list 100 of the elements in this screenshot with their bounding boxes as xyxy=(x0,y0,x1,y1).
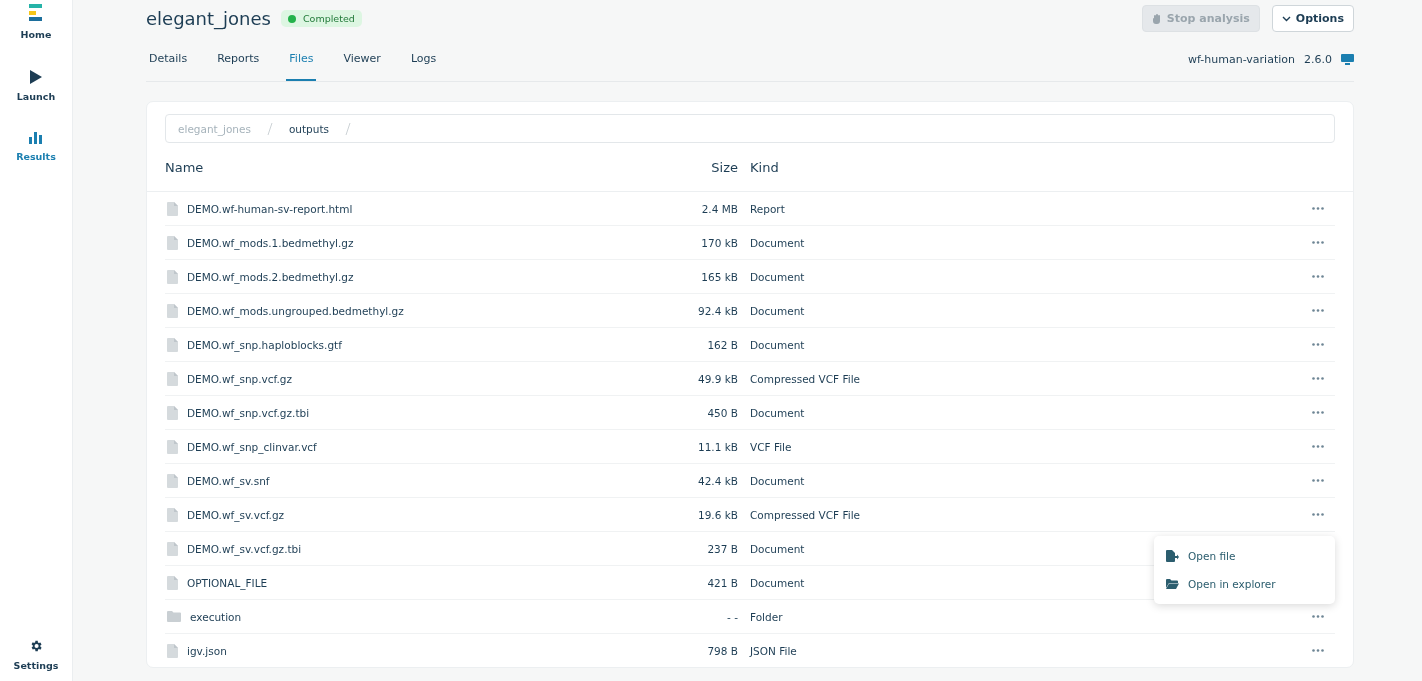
logo-icon xyxy=(29,4,43,22)
file-kind: Document xyxy=(749,542,806,555)
file-kind: Folder xyxy=(749,610,784,623)
more-options-button[interactable] xyxy=(1309,646,1327,655)
file-size: 11.1 kB xyxy=(697,440,738,453)
file-name[interactable]: DEMO.wf_mods.2.bedmethyl.gz xyxy=(187,270,354,283)
nav-item[interactable]: Launch xyxy=(16,70,56,102)
ellipsis-icon xyxy=(1312,479,1324,482)
file-icon xyxy=(167,269,178,284)
ellipsis-icon xyxy=(1312,275,1324,278)
more-options-button[interactable] xyxy=(1309,408,1327,417)
file-size: 798 B xyxy=(706,644,738,657)
file-icon xyxy=(167,575,178,590)
file-name[interactable]: DEMO.wf_mods.ungrouped.bedmethyl.gz xyxy=(187,304,404,317)
file-icon xyxy=(167,201,178,216)
file-size: 170 kB xyxy=(700,236,738,249)
file-name[interactable]: execution xyxy=(190,610,242,623)
file-name[interactable]: DEMO.wf_snp.vcf.gz xyxy=(187,372,293,385)
column-header: Size xyxy=(710,159,738,175)
column-header: Kind xyxy=(749,159,780,175)
file-kind: VCF File xyxy=(749,440,793,453)
more-options-button[interactable] xyxy=(1309,510,1327,519)
tab[interactable]: Reports xyxy=(214,37,263,81)
file-icon xyxy=(167,371,178,386)
tab[interactable]: Viewer xyxy=(340,37,384,81)
file-size: 237 B xyxy=(706,542,738,555)
slash-separator-icon xyxy=(266,122,273,135)
status-badge: Completed xyxy=(280,10,362,27)
file-size: 92.4 kB xyxy=(697,304,738,317)
ellipsis-icon xyxy=(1312,241,1324,244)
file-size: 2.4 MB xyxy=(700,202,738,215)
file-size: - - xyxy=(726,610,738,623)
file-name[interactable]: DEMO.wf_sv.snf xyxy=(187,474,270,487)
ellipsis-icon xyxy=(1312,445,1324,448)
file-icon xyxy=(167,235,178,250)
more-options-button[interactable] xyxy=(1309,238,1327,247)
more-options-button[interactable] xyxy=(1309,340,1327,349)
workflow-name: wf-human-variation xyxy=(1188,52,1295,66)
play-icon xyxy=(30,70,42,84)
tab[interactable]: Files xyxy=(286,37,317,81)
file-kind: Document xyxy=(749,474,806,487)
file-kind: Report xyxy=(749,202,786,215)
tab[interactable]: Logs xyxy=(407,37,440,81)
file-size: 162 B xyxy=(706,338,738,351)
file-size: 450 B xyxy=(706,406,738,419)
nav-item[interactable]: Home xyxy=(20,4,52,40)
slash-separator-icon xyxy=(345,122,351,135)
more-options-button[interactable] xyxy=(1309,612,1327,621)
hand-icon xyxy=(1151,13,1162,24)
ellipsis-icon xyxy=(1312,377,1324,380)
file-icon xyxy=(167,405,178,420)
file-icon xyxy=(167,473,178,488)
file-size: 49.9 kB xyxy=(697,372,738,385)
bar-chart-icon xyxy=(29,132,43,144)
file-name[interactable]: DEMO.wf_sv.vcf.gz xyxy=(187,508,285,521)
file-name[interactable]: DEMO.wf_snp.vcf.gz.tbi xyxy=(187,406,310,419)
more-options-button[interactable] xyxy=(1309,204,1327,213)
chevron-down-icon xyxy=(1281,15,1291,22)
column-header: Name xyxy=(165,159,205,175)
file-kind: Document xyxy=(749,576,806,589)
file-kind: Document xyxy=(749,236,806,249)
file-name[interactable]: DEMO.wf_snp_clinvar.vcf xyxy=(187,440,317,453)
settings-icon xyxy=(29,639,43,653)
folder-open-icon xyxy=(1166,579,1179,589)
file-kind: Document xyxy=(749,270,806,283)
options-button[interactable]: Options xyxy=(1271,5,1354,32)
breadcrumb-link[interactable]: outputs xyxy=(288,122,329,135)
more-options-button[interactable] xyxy=(1309,374,1327,383)
file-name[interactable]: DEMO.wf_snp.haploblocks.gtf xyxy=(187,338,342,351)
file-name[interactable]: igv.json xyxy=(187,644,227,657)
nav-item[interactable]: Results xyxy=(16,132,56,162)
more-options-button[interactable] xyxy=(1309,272,1327,281)
ellipsis-icon xyxy=(1312,649,1324,652)
more-options-button[interactable] xyxy=(1309,442,1327,451)
file-size: 19.6 kB xyxy=(697,508,738,521)
file-kind: Document xyxy=(749,304,806,317)
file-icon xyxy=(167,439,178,454)
ellipsis-icon xyxy=(1312,309,1324,312)
settings-nav-item[interactable]: Settings xyxy=(13,639,59,671)
file-size: 421 B xyxy=(706,576,738,589)
menu-item[interactable]: Open in explorer xyxy=(1154,570,1335,598)
file-name[interactable]: DEMO.wf_sv.vcf.gz.tbi xyxy=(187,542,302,555)
file-kind: Compressed VCF File xyxy=(749,508,862,521)
tab[interactable]: Details xyxy=(146,37,191,81)
workflow-version: 2.6.0 xyxy=(1304,52,1332,66)
file-arrow-icon xyxy=(1166,550,1179,562)
more-options-button[interactable] xyxy=(1309,306,1327,315)
file-name[interactable]: OPTIONAL_FILE xyxy=(187,576,268,589)
folder-icon xyxy=(167,611,181,622)
menu-item[interactable]: Open file xyxy=(1154,542,1335,570)
file-name[interactable]: DEMO.wf_mods.1.bedmethyl.gz xyxy=(187,236,354,249)
file-icon xyxy=(167,643,178,658)
file-size: 42.4 kB xyxy=(697,474,738,487)
file-kind: Document xyxy=(749,406,806,419)
file-name[interactable]: DEMO.wf-human-sv-report.html xyxy=(187,202,353,215)
monitor-icon xyxy=(1341,53,1354,65)
analysis-title: elegant_jones xyxy=(146,8,271,29)
ellipsis-icon xyxy=(1312,343,1324,346)
ellipsis-icon xyxy=(1312,411,1324,414)
more-options-button[interactable] xyxy=(1309,476,1327,485)
